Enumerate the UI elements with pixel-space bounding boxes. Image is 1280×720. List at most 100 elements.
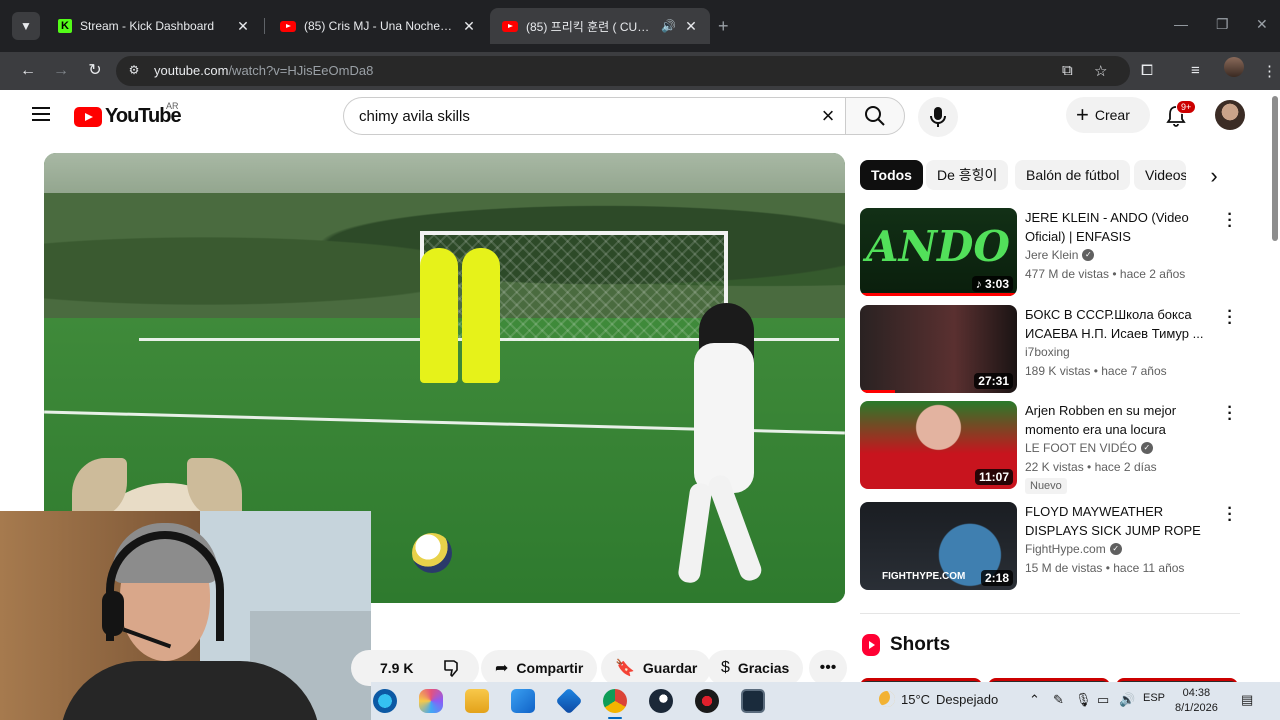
video-title[interactable]: БОКС В СССР.Школа бокса ИСАЕВА Н.П. Исае…	[1025, 305, 1215, 343]
video-thumbnail[interactable]: FIGHTHYPE.COM 2:18	[860, 502, 1017, 590]
chip-todos[interactable]: Todos	[860, 160, 923, 190]
notification-count-badge: 9+	[1176, 100, 1197, 114]
search-input[interactable]: chimy avila skills ×	[343, 97, 846, 135]
verified-check-icon: ✓	[1109, 543, 1122, 555]
microphone-icon	[930, 107, 946, 127]
more-vertical-icon[interactable]: · · ·	[1222, 304, 1238, 332]
mail-icon[interactable]	[555, 687, 583, 715]
back-arrow-icon[interactable]: ←	[15, 58, 41, 84]
recommended-video[interactable]: ANDO ♪ 3:03 JERE KLEIN - ANDO (Video Ofi…	[860, 207, 1240, 298]
video-thumbnail[interactable]: ANDO ♪ 3:03	[860, 208, 1017, 296]
media-controls-icon[interactable]: ≡	[1191, 62, 1200, 79]
weather-widget[interactable]: 15°C Despejado	[879, 691, 998, 707]
pen-icon[interactable]: ✎	[1053, 692, 1064, 708]
steam-icon[interactable]	[649, 689, 673, 713]
tab-title: (85) Cris MJ - Una Noche En Me	[304, 19, 454, 33]
tab-kick-dashboard[interactable]: K Stream - Kick Dashboard ✕	[46, 8, 262, 44]
channel-name[interactable]: FightHype.com ✓	[1025, 542, 1122, 556]
system-clock[interactable]: 04:38 8/1/2026	[1175, 686, 1218, 716]
video-thumbnail[interactable]: 27:31	[860, 305, 1017, 393]
save-button[interactable]: 🔖 Guardar	[601, 650, 712, 686]
site-settings-icon[interactable]: ⚙	[126, 63, 142, 79]
menu-dots-icon[interactable]: ⋮	[1262, 62, 1277, 80]
youtube-icon	[502, 20, 518, 32]
tab-search-button[interactable]: ▼	[12, 12, 40, 40]
forward-arrow-icon[interactable]: →	[48, 58, 74, 84]
close-icon[interactable]: ✕	[684, 18, 698, 35]
active-app-indicator	[608, 717, 622, 719]
tab-active-video[interactable]: (85) 프리킥 훈련 ( CURVE | 🔊 ✕	[490, 8, 710, 44]
thumbs-down-icon	[444, 660, 458, 678]
more-vertical-icon[interactable]: · · ·	[1222, 400, 1238, 428]
account-avatar[interactable]	[1215, 100, 1245, 130]
hamburger-menu-icon[interactable]	[32, 107, 50, 121]
chrome-icon[interactable]	[603, 689, 627, 713]
shorts-title: Shorts	[890, 634, 951, 655]
share-button[interactable]: ➦ Compartir	[481, 650, 598, 686]
address-bar[interactable]: ⚙ youtube.com/watch?v=HJisEeOmDa8 ⧉ ☆	[116, 56, 1130, 86]
search-icon	[865, 106, 885, 126]
verified-check-icon: ✓	[1140, 442, 1153, 454]
obs-icon[interactable]	[695, 689, 719, 713]
dislike-button[interactable]	[425, 650, 479, 686]
reload-icon[interactable]: ↻	[82, 58, 108, 84]
notification-center-icon[interactable]: ▤	[1241, 692, 1253, 708]
shorts-header: Shorts	[862, 634, 950, 656]
clear-search-icon[interactable]: ×	[816, 104, 840, 128]
install-app-icon[interactable]: ⧉	[1062, 62, 1073, 79]
recommended-video[interactable]: FIGHTHYPE.COM 2:18 FLOYD MAYWEATHER DISP…	[860, 501, 1240, 592]
microphone-tray-icon[interactable]: 🎙	[1075, 692, 1092, 708]
volume-icon[interactable]: 🔊	[1119, 692, 1135, 708]
close-icon[interactable]: ✕	[462, 18, 476, 35]
video-thumbnail[interactable]: 11:07	[860, 401, 1017, 489]
network-icon[interactable]: ▭	[1097, 692, 1109, 708]
youtube-logo[interactable]: YouTube	[74, 105, 182, 128]
extensions-puzzle-icon[interactable]: ⧠	[1141, 62, 1153, 79]
new-badge: Nuevo	[1025, 478, 1067, 494]
tab-title: Stream - Kick Dashboard	[80, 19, 215, 33]
language-indicator[interactable]: ESP	[1143, 692, 1165, 704]
recommended-video[interactable]: 27:31 БОКС В СССР.Школа бокса ИСАЕВА Н.П…	[860, 304, 1240, 395]
chip-soccer-ball[interactable]: Balón de fútbol	[1015, 160, 1131, 190]
thanks-button[interactable]: $ Gracias	[707, 650, 804, 686]
channel-name[interactable]: Jere Klein ✓	[1025, 248, 1095, 262]
channel-name[interactable]: LE FOOT EN VIDÉO ✓	[1025, 441, 1153, 455]
copilot-icon[interactable]	[419, 689, 443, 713]
youtube-play-icon	[74, 106, 102, 127]
channel-name[interactable]: i7boxing	[1025, 345, 1070, 359]
search-button[interactable]	[845, 97, 905, 135]
url-text: youtube.com/watch?v=HJisEeOmDa8	[154, 63, 374, 78]
recommended-video[interactable]: 11:07 Arjen Robben en su mejor momento e…	[860, 400, 1240, 501]
video-title[interactable]: FLOYD MAYWEATHER DISPLAYS SICK JUMP ROPE…	[1025, 502, 1215, 540]
edge-icon[interactable]	[373, 689, 397, 713]
new-tab-icon[interactable]: +	[718, 16, 729, 37]
voice-search-button[interactable]	[918, 97, 958, 137]
file-explorer-icon[interactable]	[465, 689, 489, 713]
store-icon[interactable]	[511, 689, 535, 713]
chevron-right-icon[interactable]: ›	[1202, 164, 1226, 188]
tray-chevron-up-icon[interactable]: ⌃	[1029, 692, 1040, 708]
minimize-icon[interactable]: —	[1174, 16, 1188, 32]
video-ball	[412, 533, 452, 573]
more-vertical-icon[interactable]: · · ·	[1222, 501, 1238, 529]
video-title[interactable]: JERE KLEIN - ANDO (Video Oficial) | ENFA…	[1025, 208, 1215, 246]
page-scrollbar[interactable]	[1272, 96, 1278, 241]
more-vertical-icon[interactable]: · · ·	[1222, 207, 1238, 235]
close-icon[interactable]: ✕	[236, 18, 250, 35]
app-icon[interactable]	[741, 689, 765, 713]
window-close-icon[interactable]: ✕	[1256, 16, 1268, 33]
search-query: chimy avila skills	[359, 108, 470, 125]
section-divider	[860, 613, 1240, 614]
browser-profile-avatar[interactable]	[1224, 57, 1244, 77]
chip-channel[interactable]: De 흥힝이	[926, 160, 1009, 190]
create-button[interactable]: + Crear	[1066, 97, 1150, 133]
tab-cris-mj[interactable]: (85) Cris MJ - Una Noche En Me ✕	[268, 8, 488, 44]
bookmark-star-icon[interactable]: ☆	[1094, 62, 1107, 80]
restore-icon[interactable]: ❐	[1216, 16, 1229, 33]
thumbnail-text: ANDO	[866, 222, 1010, 271]
chip-videos[interactable]: Videos	[1134, 160, 1186, 190]
more-actions-button[interactable]: •••	[809, 650, 847, 686]
video-title[interactable]: Arjen Robben en su mejor momento era una…	[1025, 401, 1215, 439]
speaker-icon[interactable]: 🔊	[661, 19, 676, 33]
share-arrow-icon: ➦	[495, 660, 509, 677]
